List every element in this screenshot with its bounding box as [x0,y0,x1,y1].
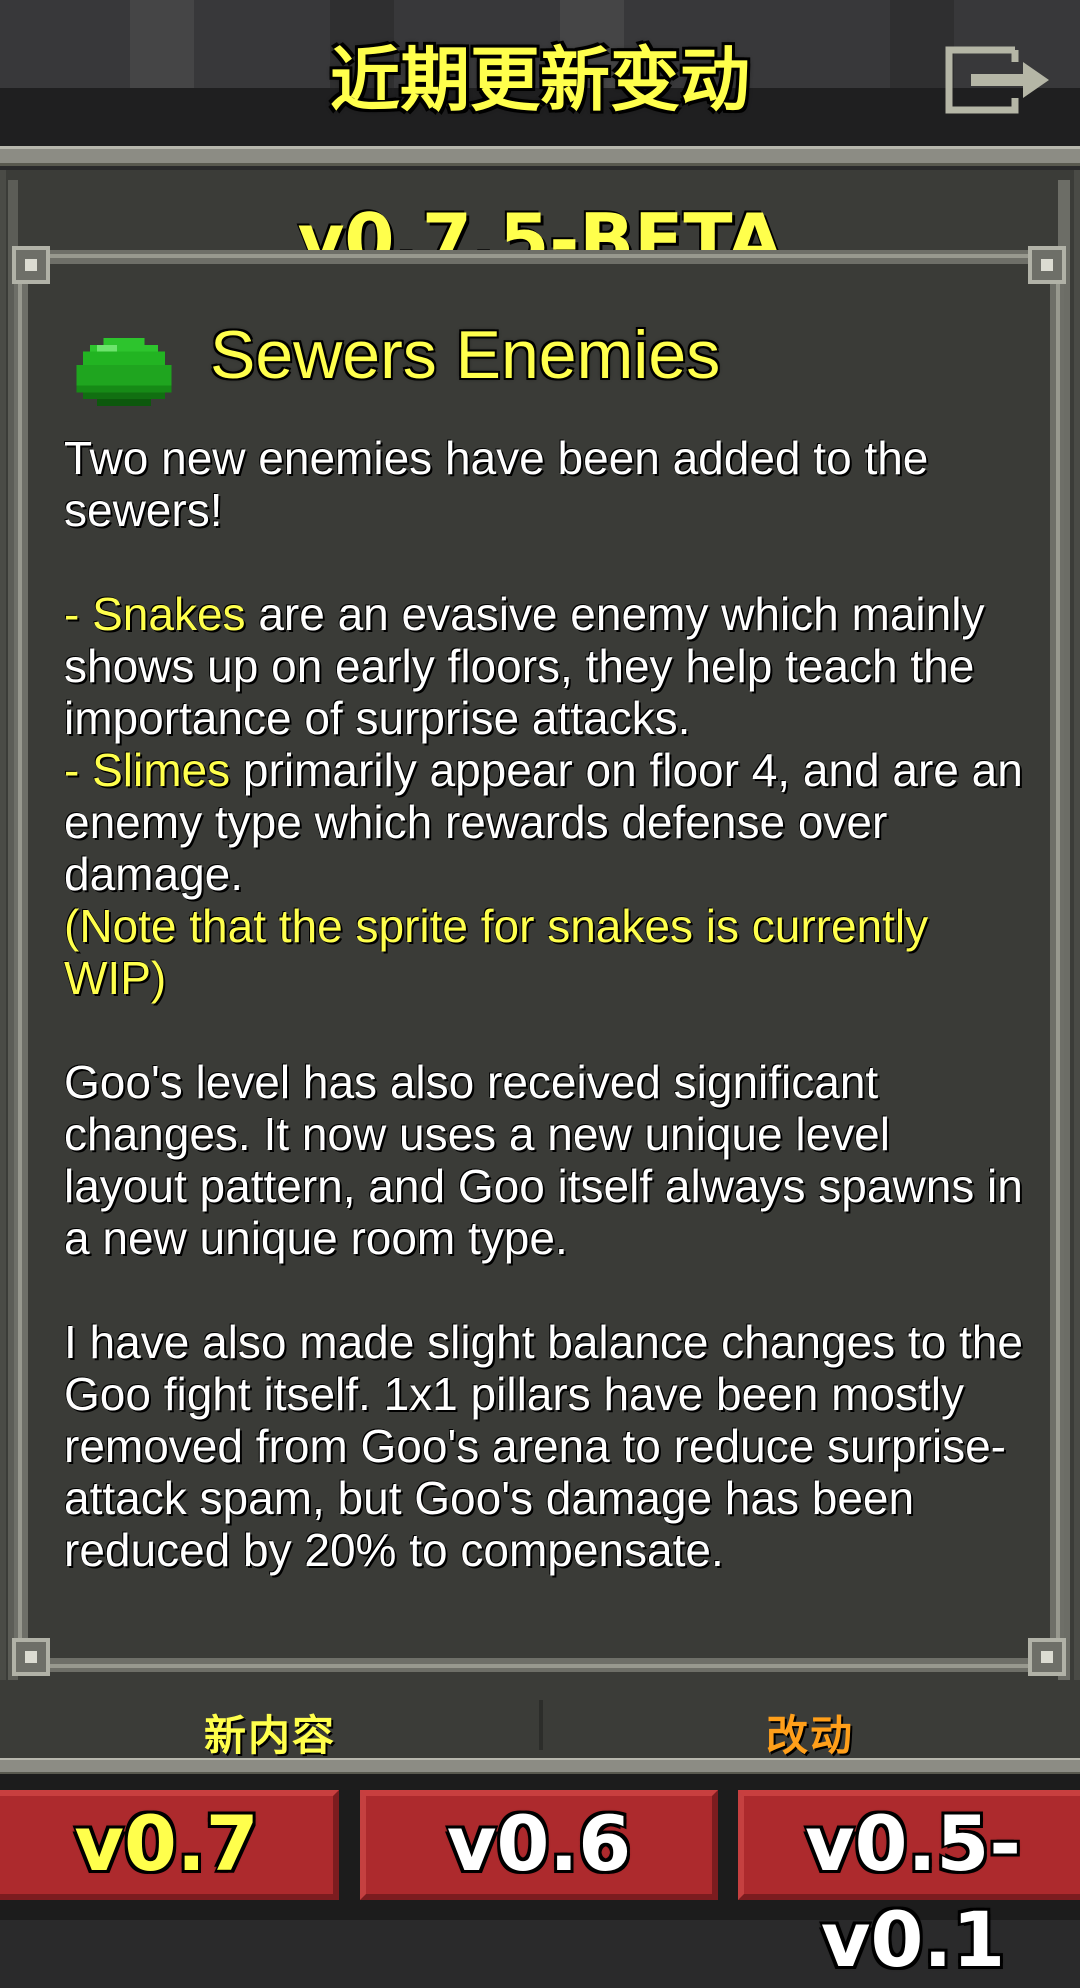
wip-note: (Note that the sprite for snakes is curr… [64,900,941,1004]
window-corner [12,246,50,284]
bullet-dash: - [64,744,93,796]
header-divider [0,146,1080,166]
slimes-keyword: Slimes [92,744,231,796]
window-corner [12,1638,50,1676]
slime-icon [76,338,172,406]
window-corner [1028,1638,1066,1676]
page-title: 近期更新变动 [330,39,750,121]
exit-button[interactable] [945,42,1055,118]
version-tab-v06[interactable]: v0.6 [360,1790,718,1900]
version-tab-divider [0,1758,1080,1774]
exit-door-icon [945,46,1049,114]
bullet-dash: - [64,588,93,640]
tab-new-content[interactable]: 新内容 [0,1702,540,1763]
version-tab-v05-v01[interactable]: v0.5-v0.1 [738,1790,1080,1984]
version-tab-v07[interactable]: v0.7 [0,1790,339,1900]
entry-body: Two new enemies have been added to the s… [64,432,1024,1576]
balance-text: I have also made slight balance changes … [64,1316,1036,1576]
tab-changes[interactable]: 改动 [540,1702,1080,1763]
window-corner [1028,246,1066,284]
entry-title: Sewers Enemies [210,317,721,393]
goo-level-text: Goo's level has also received significan… [64,1056,1036,1264]
intro-text: Two new enemies have been added to the s… [64,432,942,536]
snakes-keyword: Snakes [92,588,246,640]
